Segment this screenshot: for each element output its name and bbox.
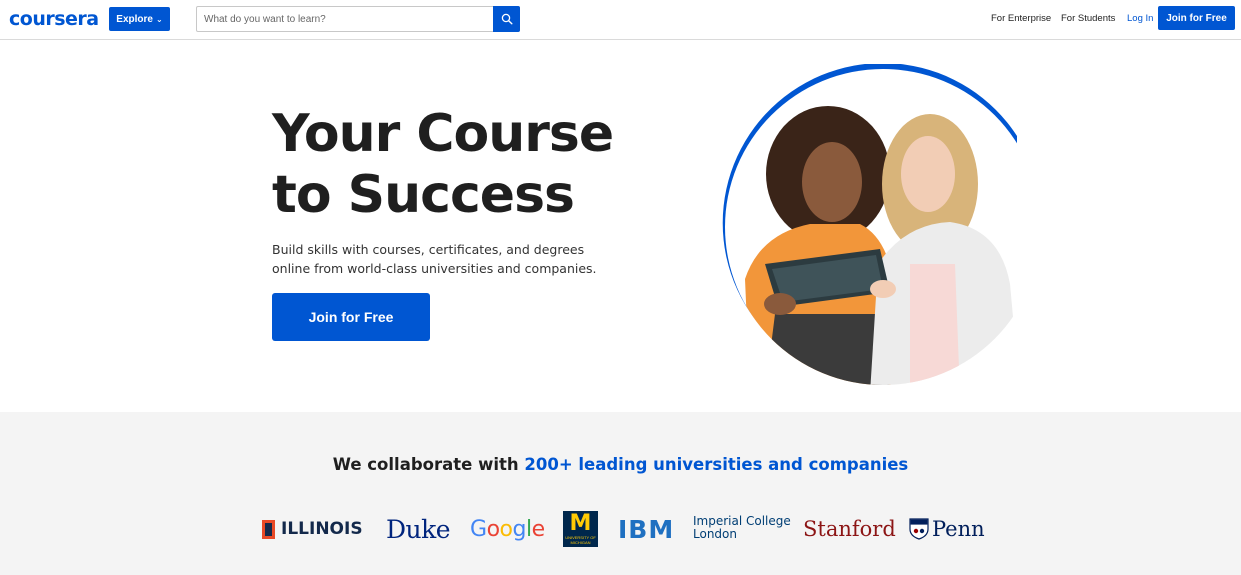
michigan-small-text: UNIVERSITY OF MICHIGAN (565, 535, 596, 545)
partners-section (0, 412, 1241, 575)
for-enterprise-link[interactable]: For Enterprise (991, 13, 1051, 24)
search-box (196, 6, 520, 32)
partners-heading-link[interactable]: 200+ leading universities and companies (524, 455, 908, 474)
hero-title-line-2: to Success (272, 165, 575, 225)
illinois-block-i-icon (262, 519, 275, 539)
top-navigation-bar: coursera Explore ⌄ For Enterprise For St… (0, 0, 1241, 40)
join-for-free-hero-button[interactable]: Join for Free (272, 293, 430, 341)
duke-logo[interactable]: Duke (386, 510, 451, 548)
partners-heading-prefix: We collaborate with (332, 455, 525, 474)
hero-title: Your Course to Success (272, 104, 632, 226)
hero-title-line-1: Your Course (272, 104, 614, 164)
google-letter: G (470, 516, 487, 542)
michigan-block-m: M (569, 511, 592, 536)
log-in-link[interactable]: Log In (1127, 13, 1153, 24)
google-letter: g (512, 516, 527, 542)
penn-wordmark: Penn (932, 517, 985, 541)
imperial-line-1: Imperial College (693, 514, 791, 528)
coursera-logo[interactable]: coursera (9, 8, 99, 30)
partners-heading: We collaborate with 200+ leading univers… (0, 455, 1241, 474)
stanford-logo[interactable]: Stanford (803, 510, 896, 548)
michigan-logo[interactable]: M UNIVERSITY OF MICHIGAN (563, 511, 598, 547)
search-input[interactable] (197, 7, 494, 31)
search-icon (501, 13, 513, 25)
explore-button[interactable]: Explore ⌄ (109, 7, 170, 31)
imperial-college-logo[interactable]: Imperial College London (693, 515, 791, 553)
illinois-logo[interactable]: ILLINOIS (262, 510, 363, 548)
hero-subtitle: Build skills with courses, certificates,… (272, 242, 597, 276)
penn-shield-icon (909, 518, 929, 540)
ibm-logo[interactable]: IBM (618, 510, 674, 548)
google-letter: o (486, 516, 500, 542)
explore-label: Explore (116, 13, 153, 25)
chevron-down-icon: ⌄ (155, 14, 163, 24)
google-letter: e (531, 516, 546, 542)
illinois-wordmark: ILLINOIS (281, 519, 363, 539)
imperial-line-2: London (693, 526, 737, 541)
penn-logo[interactable]: Penn (909, 510, 985, 548)
hero-illustration (722, 64, 1025, 385)
join-for-free-header-button[interactable]: Join for Free (1158, 6, 1235, 30)
google-letter: o (499, 516, 513, 542)
search-button[interactable] (493, 6, 520, 32)
google-logo[interactable]: Google (470, 510, 545, 548)
for-students-link[interactable]: For Students (1061, 13, 1115, 24)
